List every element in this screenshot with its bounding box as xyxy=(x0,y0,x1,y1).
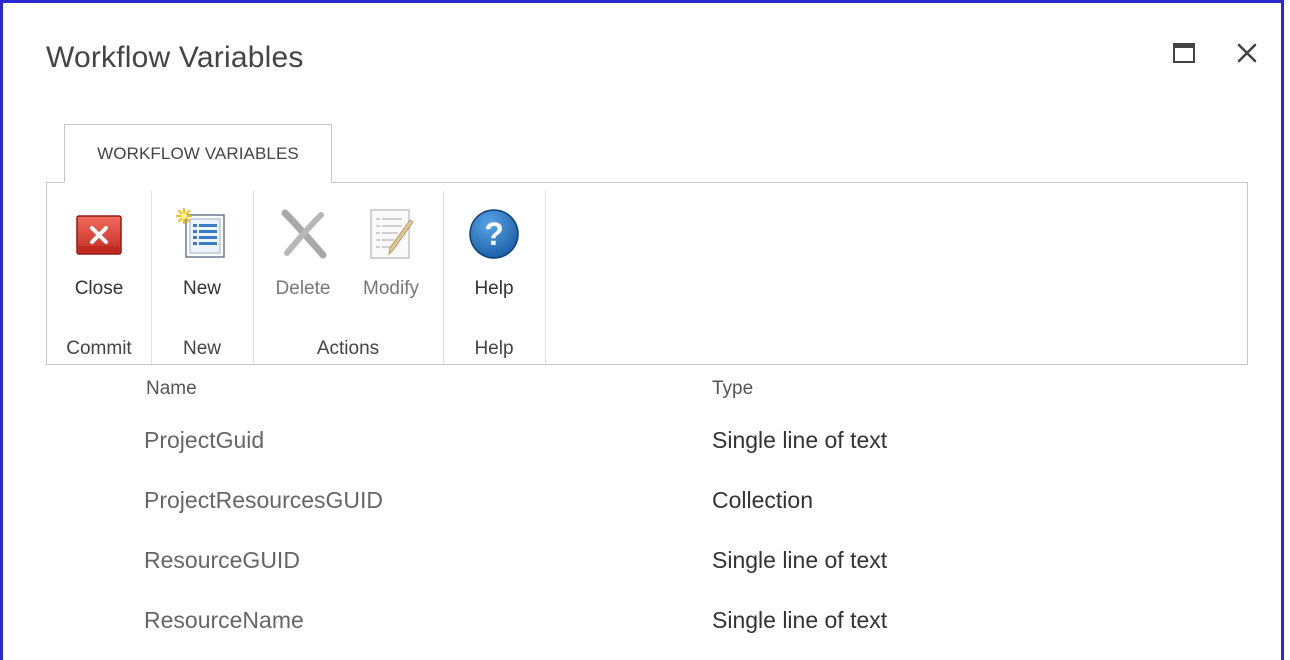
close-button[interactable]: Close xyxy=(59,206,139,306)
ribbon-group-actions: Delete Modify Actions xyxy=(253,191,444,364)
variable-type: Single line of text xyxy=(712,547,888,573)
help-button[interactable]: ? Help xyxy=(454,206,534,306)
column-header-type[interactable]: Type xyxy=(712,378,753,400)
group-label-actions: Actions xyxy=(316,338,380,359)
close-icon xyxy=(1237,43,1257,63)
modify-pencil-icon xyxy=(370,209,414,259)
dialog-title: Workflow Variables xyxy=(46,41,304,74)
variable-type: Single line of text xyxy=(712,427,888,453)
ribbon-group-help: ? Help Help xyxy=(443,191,546,364)
workflow-variables-dialog: Workflow Variables WORKFLOW VARIABLES Cl… xyxy=(0,0,1284,660)
svg-text:?: ? xyxy=(484,216,504,252)
ribbon-group-commit: Close Commit xyxy=(47,191,152,364)
variable-type: Single line of text xyxy=(712,607,888,633)
ribbon: Close Commit New New Delete Modify Actio… xyxy=(46,182,1248,365)
variable-type: Collection xyxy=(712,487,813,513)
close-button-label: Close xyxy=(74,278,124,299)
delete-button-label: Delete xyxy=(275,278,331,299)
close-dialog-button[interactable] xyxy=(1231,37,1263,69)
maximize-button[interactable] xyxy=(1168,37,1200,69)
delete-x-icon xyxy=(281,209,327,259)
modify-button[interactable]: Modify xyxy=(351,206,431,306)
ribbon-group-new: New New xyxy=(151,191,254,364)
new-button[interactable]: New xyxy=(162,206,242,306)
modify-button-label: Modify xyxy=(363,278,419,299)
help-button-label: Help xyxy=(474,278,514,299)
group-label-new: New xyxy=(182,338,221,359)
new-button-label: New xyxy=(182,278,221,299)
variable-name[interactable]: ProjectResourcesGUID xyxy=(144,487,383,514)
variable-name[interactable]: ProjectGuid xyxy=(144,427,264,454)
maximize-icon xyxy=(1173,43,1195,63)
variable-name[interactable]: ResourceName xyxy=(144,607,304,634)
new-item-icon xyxy=(176,208,225,258)
variable-name[interactable]: ResourceGUID xyxy=(144,547,300,574)
group-label-commit: Commit xyxy=(66,338,132,359)
column-header-name[interactable]: Name xyxy=(146,378,197,400)
delete-button[interactable]: Delete xyxy=(263,206,343,306)
group-label-help: Help xyxy=(474,338,514,359)
help-question-icon: ? xyxy=(469,209,519,259)
close-red-icon xyxy=(76,215,122,255)
tab-workflow-variables[interactable]: WORKFLOW VARIABLES xyxy=(64,124,332,183)
